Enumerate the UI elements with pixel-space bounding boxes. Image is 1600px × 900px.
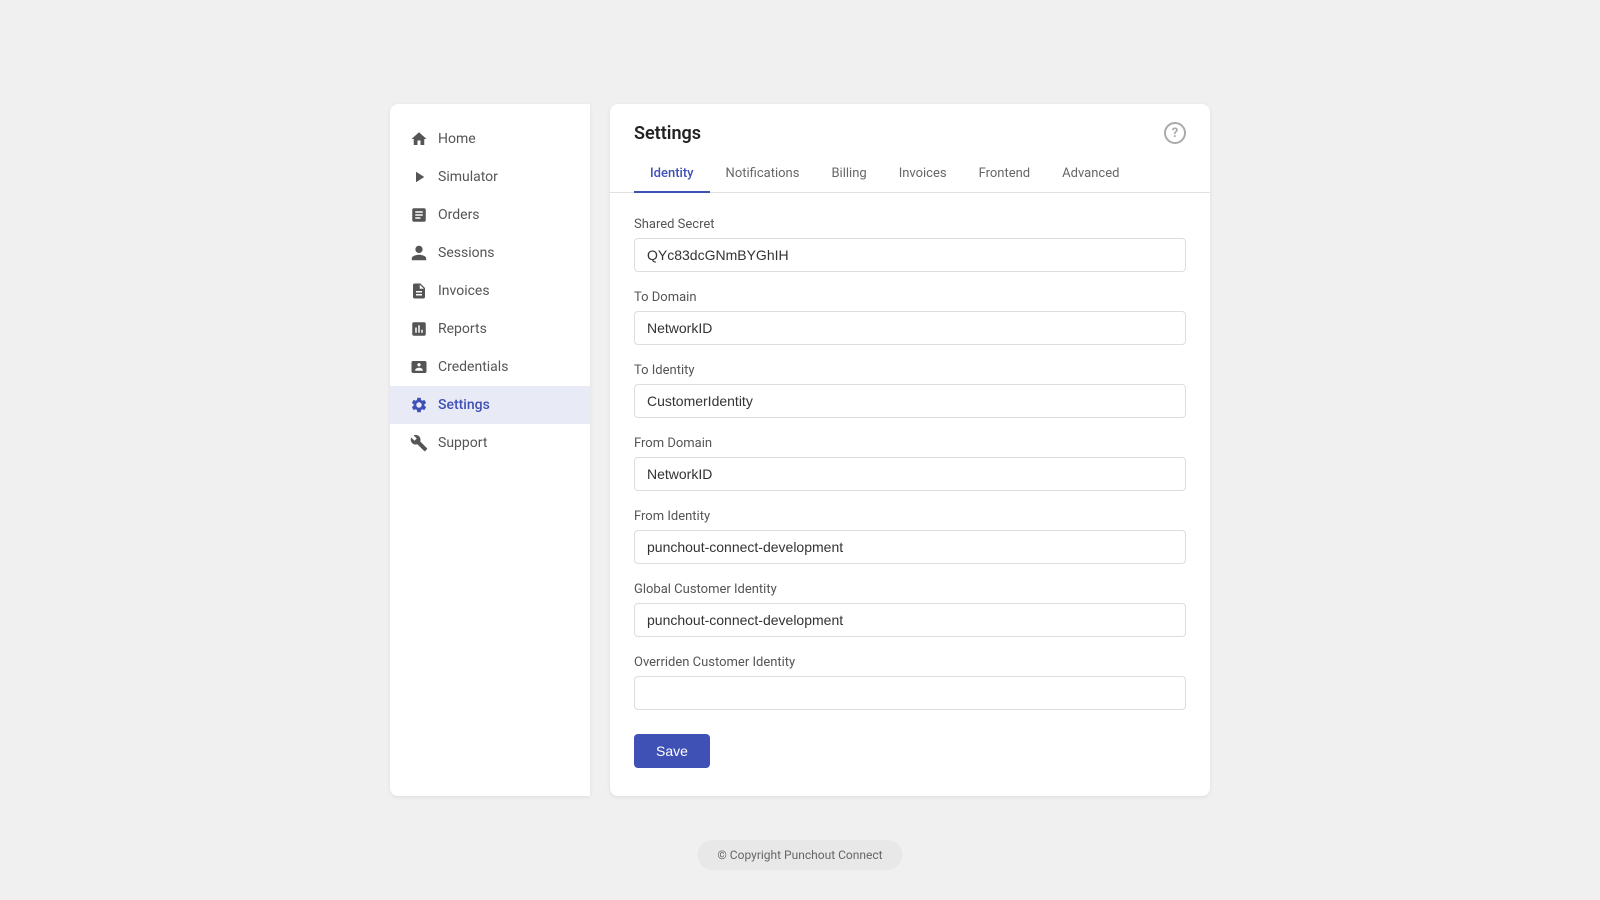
global-customer-identity-label: Global Customer Identity [634, 582, 1186, 597]
sidebar-item-label: Simulator [438, 169, 498, 185]
sidebar-item-label: Home [438, 131, 476, 147]
settings-card: Settings ? Identity Notifications Billin… [610, 104, 1210, 796]
from-identity-group: From Identity [634, 509, 1186, 564]
sidebar-item-invoices[interactable]: Invoices [390, 272, 590, 310]
to-identity-label: To Identity [634, 363, 1186, 378]
help-icon[interactable]: ? [1164, 122, 1186, 144]
tab-invoices[interactable]: Invoices [883, 156, 963, 193]
tab-identity[interactable]: Identity [634, 156, 710, 193]
home-icon [410, 130, 428, 148]
support-icon [410, 434, 428, 452]
from-domain-label: From Domain [634, 436, 1186, 451]
tab-frontend[interactable]: Frontend [963, 156, 1047, 193]
sidebar-item-orders[interactable]: Orders [390, 196, 590, 234]
simulator-icon [410, 168, 428, 186]
to-identity-group: To Identity [634, 363, 1186, 418]
sessions-icon [410, 244, 428, 262]
app-container: Home Simulator Orders Sessions [390, 104, 1210, 796]
to-domain-group: To Domain [634, 290, 1186, 345]
reports-icon [410, 320, 428, 338]
sidebar-item-label: Orders [438, 207, 480, 223]
credentials-icon [410, 358, 428, 376]
overridden-customer-identity-label: Overriden Customer Identity [634, 655, 1186, 670]
overridden-customer-identity-input[interactable] [634, 676, 1186, 710]
sidebar-item-home[interactable]: Home [390, 120, 590, 158]
settings-header: Settings ? [610, 104, 1210, 144]
page-title: Settings [634, 123, 701, 144]
global-customer-identity-group: Global Customer Identity [634, 582, 1186, 637]
sidebar-item-credentials[interactable]: Credentials [390, 348, 590, 386]
from-domain-input[interactable] [634, 457, 1186, 491]
sidebar-item-label: Settings [438, 397, 490, 413]
sidebar-item-label: Credentials [438, 359, 508, 375]
page-wrapper: Home Simulator Orders Sessions [0, 0, 1600, 900]
global-customer-identity-input[interactable] [634, 603, 1186, 637]
from-identity-input[interactable] [634, 530, 1186, 564]
copyright-text: © Copyright Punchout Connect [717, 848, 882, 862]
to-identity-input[interactable] [634, 384, 1186, 418]
save-button[interactable]: Save [634, 734, 710, 768]
shared-secret-group: Shared Secret [634, 217, 1186, 272]
settings-icon [410, 396, 428, 414]
main-content: Settings ? Identity Notifications Billin… [590, 104, 1210, 796]
sidebar-item-simulator[interactable]: Simulator [390, 158, 590, 196]
sidebar-item-label: Invoices [438, 283, 490, 299]
identity-form: Shared Secret To Domain To Identity From… [610, 193, 1210, 796]
invoices-icon [410, 282, 428, 300]
sidebar-item-support[interactable]: Support [390, 424, 590, 462]
sidebar: Home Simulator Orders Sessions [390, 104, 590, 796]
shared-secret-label: Shared Secret [634, 217, 1186, 232]
tabs-bar: Identity Notifications Billing Invoices … [610, 156, 1210, 193]
sidebar-item-sessions[interactable]: Sessions [390, 234, 590, 272]
sidebar-item-settings[interactable]: Settings [390, 386, 590, 424]
tab-advanced[interactable]: Advanced [1046, 156, 1135, 193]
tab-billing[interactable]: Billing [815, 156, 882, 193]
orders-icon [410, 206, 428, 224]
to-domain-label: To Domain [634, 290, 1186, 305]
shared-secret-input[interactable] [634, 238, 1186, 272]
sidebar-item-label: Support [438, 435, 487, 451]
overridden-customer-identity-group: Overriden Customer Identity [634, 655, 1186, 710]
sidebar-item-label: Sessions [438, 245, 495, 261]
from-domain-group: From Domain [634, 436, 1186, 491]
from-identity-label: From Identity [634, 509, 1186, 524]
sidebar-item-reports[interactable]: Reports [390, 310, 590, 348]
footer: © Copyright Punchout Connect [697, 840, 902, 870]
sidebar-item-label: Reports [438, 321, 487, 337]
to-domain-input[interactable] [634, 311, 1186, 345]
tab-notifications[interactable]: Notifications [710, 156, 816, 193]
